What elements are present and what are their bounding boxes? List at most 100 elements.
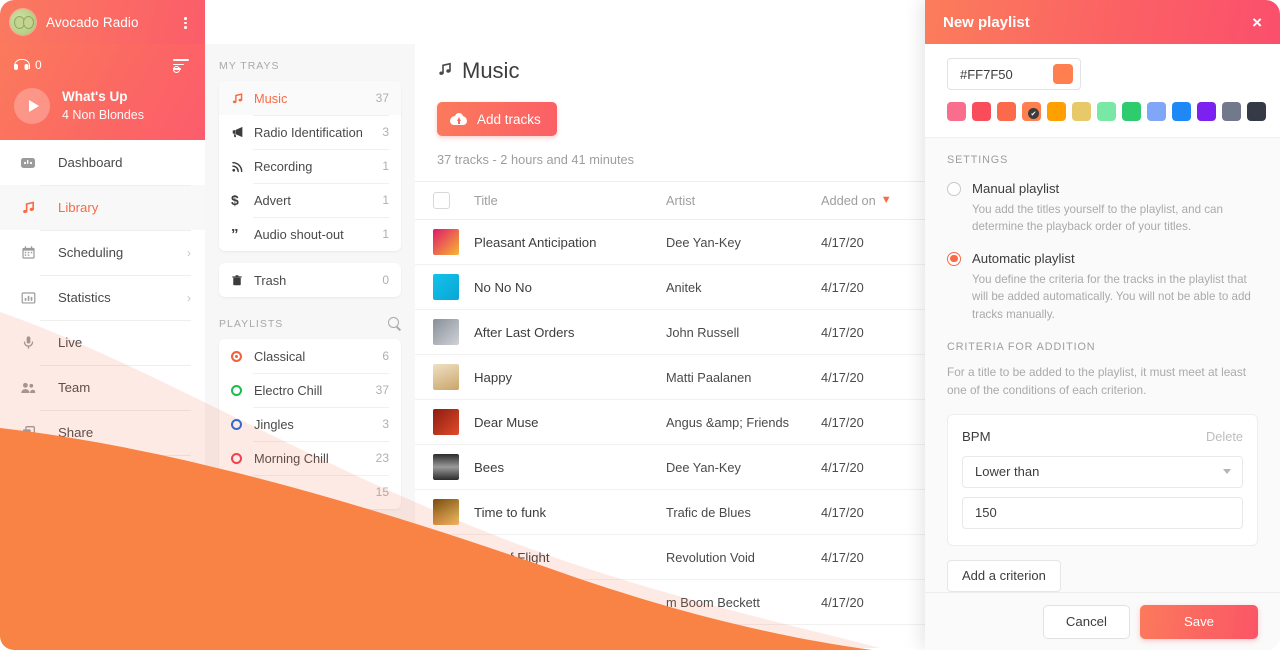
tray-count: 0 [382, 273, 389, 287]
play-icon[interactable] [14, 88, 50, 124]
sidebar-item-live[interactable]: Live [0, 320, 205, 365]
tray-item-trash[interactable]: Trash 0 [219, 263, 401, 297]
select-all-checkbox[interactable] [433, 192, 450, 209]
color-swatch[interactable] [1247, 102, 1266, 121]
delete-criterion-button[interactable]: Delete [1206, 429, 1243, 444]
color-swatch[interactable] [1122, 102, 1141, 121]
more-vertical-icon[interactable] [177, 14, 193, 30]
radio-icon-selected[interactable] [947, 252, 961, 266]
track-artist: John Russell [666, 325, 821, 340]
playlist-item-rock[interactable]: Rock 15 [219, 475, 401, 509]
color-swatch[interactable] [1147, 102, 1166, 121]
playlist-item-classical[interactable]: Classical 6 [219, 339, 401, 373]
sidebar-item-scheduling[interactable]: Scheduling › [0, 230, 205, 275]
playlist-label: Rock [254, 485, 376, 500]
playlist-item-jingles[interactable]: Jingles 3 [219, 407, 401, 441]
tray-label: Audio shout-out [254, 227, 382, 242]
drawer-header: New playlist × [925, 0, 1280, 44]
close-icon[interactable]: × [1252, 14, 1262, 31]
sidebar-item-team[interactable]: Team [0, 365, 205, 410]
color-swatch[interactable] [997, 102, 1016, 121]
column-header-artist[interactable]: Artist [666, 193, 821, 208]
color-swatch[interactable] [1072, 102, 1091, 121]
drawer-footer: Cancel Save [925, 592, 1280, 650]
track-artist: Angus &amp; Friends [666, 415, 821, 430]
search-icon[interactable] [388, 317, 401, 330]
criterion-operator-value: Lower than [975, 464, 1039, 479]
table-row[interactable]: Dear Muse Angus &amp; Friends 4/17/20 [415, 400, 925, 445]
tray-label: Advert [254, 193, 382, 208]
current-color-swatch[interactable] [1053, 64, 1073, 84]
tray-label: Music [254, 91, 376, 106]
color-swatch[interactable] [947, 102, 966, 121]
table-row[interactable]: Pleasant Anticipation Dee Yan-Key 4/17/2… [415, 220, 925, 265]
column-header-title[interactable]: Title [474, 193, 666, 208]
album-art [433, 229, 459, 255]
queue-history-icon[interactable] [173, 58, 191, 72]
save-button[interactable]: Save [1140, 605, 1258, 639]
add-tracks-button[interactable]: Add tracks [437, 102, 557, 136]
sidebar-item-label: Dashboard [58, 155, 191, 170]
listeners-indicator: 0 [14, 58, 42, 72]
sidebar-item-library[interactable]: Library [0, 185, 205, 230]
track-added-on: 4/17/20 [821, 595, 907, 610]
table-row[interactable]: After Last Orders John Russell 4/17/20 [415, 310, 925, 355]
color-swatch[interactable] [1222, 102, 1241, 121]
criterion-value-input[interactable]: 150 [962, 497, 1243, 529]
table-row[interactable]: Happy Matti Paalanen 4/17/20 [415, 355, 925, 400]
color-swatch[interactable] [1097, 102, 1116, 121]
track-artist: Matti Paalanen [666, 370, 821, 385]
criterion-operator-select[interactable]: Lower than [962, 456, 1243, 488]
new-playlist-drawer: New playlist × #FF7F50 [925, 0, 1280, 650]
megaphone-icon [231, 125, 246, 139]
sidebar-item-dashboard[interactable]: Dashboard [0, 140, 205, 185]
radio-icon[interactable] [947, 182, 961, 196]
table-row[interactable]: m Boom Beckett 4/17/20 [415, 580, 925, 625]
track-title: After Last Orders [474, 325, 666, 340]
color-hex-input[interactable]: #FF7F50 [947, 58, 1081, 90]
criterion-value: 150 [975, 505, 997, 520]
tray-item-advert[interactable]: $ Advert 1 [219, 183, 401, 217]
table-row[interactable]: No No No Anitek 4/17/20 [415, 265, 925, 310]
playlist-item-morning-chill[interactable]: Morning Chill 23 [219, 441, 401, 475]
column-header-added-on[interactable]: Added on ▼ [821, 193, 907, 208]
settings-heading: SETTINGS [947, 154, 1258, 166]
tray-item-recording[interactable]: Recording 1 [219, 149, 401, 183]
dollar-icon: $ [231, 192, 246, 208]
table-row[interactable]: Bees Dee Yan-Key 4/17/20 [415, 445, 925, 490]
table-row[interactable]: Line of Flight Revolution Void 4/17/20 [415, 535, 925, 580]
color-swatch[interactable] [1197, 102, 1216, 121]
player-widget: 0 What's Up 4 Non Blondes [0, 44, 205, 140]
sidebar-item-statistics[interactable]: Statistics › [0, 275, 205, 320]
now-playing-artist: 4 Non Blondes [62, 107, 144, 124]
tracks-table: Title Artist Added on ▼ Pleasant Anticip… [415, 181, 925, 625]
album-art [433, 499, 459, 525]
table-row[interactable]: Time to funk Trafic de Blues 4/17/20 [415, 490, 925, 535]
track-artist: Trafic de Blues [666, 505, 821, 520]
album-art [433, 454, 459, 480]
color-swatch[interactable] [1172, 102, 1191, 121]
track-artist: Dee Yan-Key [666, 235, 821, 250]
cancel-button[interactable]: Cancel [1043, 605, 1130, 639]
tray-item-audio-shout-out[interactable]: ” Audio shout-out 1 [219, 217, 401, 251]
track-title: Pleasant Anticipation [474, 235, 666, 250]
brand-name: Avocado Radio [46, 15, 177, 30]
radio-description: You add the titles yourself to the playl… [972, 201, 1258, 236]
playlists-heading-row: PLAYLISTS [219, 317, 401, 330]
page-title-text: Music [462, 58, 519, 84]
radio-option-manual[interactable]: Manual playlist You add the titles yours… [947, 180, 1258, 236]
sidebar: Avocado Radio 0 What's Up 4 Non Blondes [0, 0, 205, 650]
playlist-count: 23 [376, 451, 389, 465]
music-main-panel: Music Add tracks 37 tracks - 2 hours and… [415, 0, 925, 650]
playlist-item-electro-chill[interactable]: Electro Chill 37 [219, 373, 401, 407]
color-swatch[interactable] [972, 102, 991, 121]
color-picker-block: #FF7F50 [925, 44, 1280, 138]
sidebar-item-administration[interactable]: Administration › [0, 455, 205, 500]
tray-item-music[interactable]: Music 37 [219, 81, 401, 115]
tray-item-radio-identification[interactable]: Radio Identification 3 [219, 115, 401, 149]
color-swatch-selected[interactable] [1022, 102, 1041, 121]
radio-option-automatic[interactable]: Automatic playlist You define the criter… [947, 250, 1258, 323]
add-criterion-button[interactable]: Add a criterion [947, 560, 1061, 592]
color-swatch[interactable] [1047, 102, 1066, 121]
sidebar-item-share[interactable]: Share [0, 410, 205, 455]
